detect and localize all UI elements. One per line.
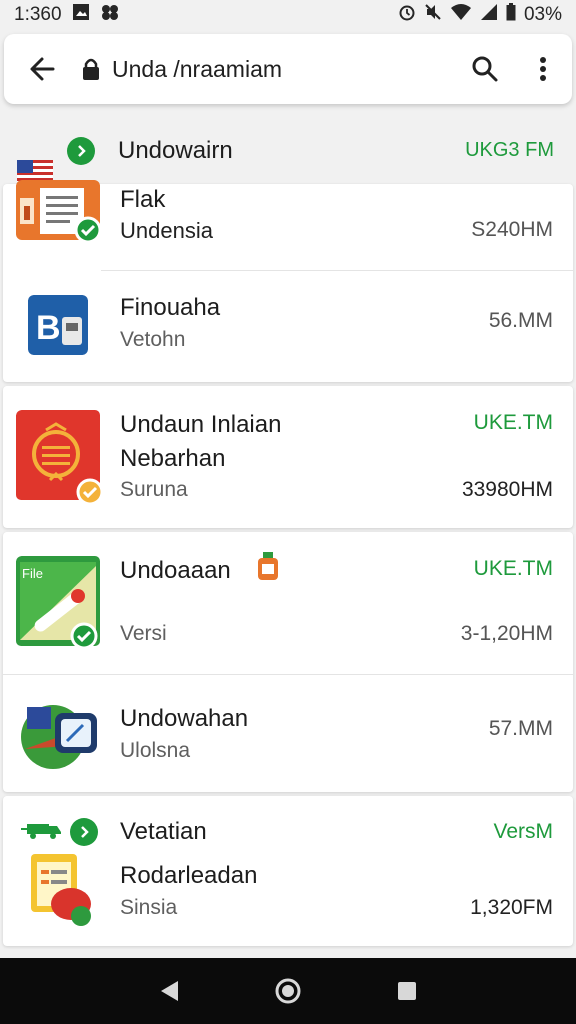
truck-icon bbox=[21, 824, 61, 839]
nav-recents-button[interactable] bbox=[387, 971, 427, 1011]
svg-text:File: File bbox=[22, 566, 43, 581]
app-bar: Unda /nraamiam bbox=[4, 34, 572, 104]
nav-home-button[interactable] bbox=[268, 971, 308, 1011]
section-header[interactable]: Undowairn UKG3 FM bbox=[0, 118, 576, 184]
item-title: Undoaaan bbox=[120, 557, 231, 584]
svg-text:B: B bbox=[36, 309, 61, 347]
search-button[interactable] bbox=[456, 34, 514, 104]
green-pen-app-icon: File bbox=[16, 556, 100, 650]
item-size: S240HM bbox=[471, 218, 553, 241]
status-bar: 1:360 03% bbox=[0, 0, 576, 30]
item-title: Flak bbox=[120, 186, 166, 213]
item-title: Undowahan bbox=[120, 705, 249, 732]
more-vert-icon bbox=[540, 57, 546, 81]
bt-app-icon: B bbox=[28, 295, 88, 355]
item-title-line2: Rodarleadan bbox=[120, 862, 258, 889]
back-arrow-icon bbox=[30, 57, 55, 81]
section-title: Undowairn bbox=[118, 137, 233, 164]
recents-square-icon bbox=[397, 982, 416, 1000]
play-icon bbox=[70, 818, 98, 846]
item-title: Undaun Inlaian bbox=[120, 411, 282, 438]
mute-icon bbox=[424, 3, 442, 27]
app-card-4: File Undoaaan Versi UKE.TM 3-1,20HM Undo… bbox=[3, 532, 573, 792]
battery-percent: 03% bbox=[523, 4, 562, 25]
item-title: Finouaha bbox=[120, 294, 221, 321]
app-card-3: Undaun Inlaian Nebarhan Suruna UKE.TM 33… bbox=[3, 386, 573, 528]
list-item[interactable]: Undaun Inlaian Nebarhan Suruna UKE.TM 33… bbox=[3, 386, 573, 528]
map-app-icon bbox=[21, 705, 97, 769]
lock-icon bbox=[80, 57, 102, 81]
document-app-icon bbox=[16, 180, 102, 244]
item-title: Vetatian bbox=[120, 818, 207, 845]
red-app-icon bbox=[16, 410, 104, 506]
wifi-icon bbox=[450, 3, 472, 27]
item-subtitle: Suruna bbox=[120, 478, 188, 501]
image-icon bbox=[72, 3, 90, 27]
item-subtitle: Sinsia bbox=[120, 896, 178, 919]
item-subtitle: Ulolsna bbox=[120, 739, 191, 762]
item-size: 1,320FM bbox=[470, 896, 553, 919]
app-card-6: Vetatian Rodarleadan Sinsia VersM 1,320F… bbox=[3, 796, 573, 946]
list-item[interactable]: File Undoaaan Versi UKE.TM 3-1,20HM bbox=[3, 532, 573, 674]
item-size: 57.MM bbox=[488, 717, 553, 740]
back-button[interactable] bbox=[4, 34, 80, 104]
battery-icon bbox=[506, 3, 516, 27]
item-size: 56.MM bbox=[488, 309, 553, 332]
item-subtitle: Undensia bbox=[120, 218, 213, 243]
list-item[interactable]: Flak Undensia S240HM bbox=[3, 180, 573, 270]
nav-back-button[interactable] bbox=[149, 971, 189, 1011]
status-time: 1:360 bbox=[14, 4, 62, 25]
notification-icon bbox=[100, 3, 120, 27]
item-tag: UKE.TM bbox=[473, 557, 553, 580]
app-bar-title: Unda /nraamiam bbox=[112, 55, 283, 82]
item-title-line2: Nebarhan bbox=[120, 445, 226, 472]
package-icon bbox=[258, 552, 278, 580]
item-tag: UKE.TM bbox=[473, 411, 553, 434]
signal-icon bbox=[480, 3, 498, 27]
more-options-button[interactable] bbox=[514, 34, 572, 104]
search-icon bbox=[472, 56, 498, 82]
item-tag: VersM bbox=[493, 820, 553, 843]
item-subtitle: Vetohn bbox=[120, 328, 186, 351]
play-icon bbox=[67, 137, 95, 165]
section-tag: UKG3 FM bbox=[465, 139, 554, 161]
item-subtitle: Versi bbox=[120, 622, 167, 645]
item-size: 33980HM bbox=[461, 478, 553, 501]
item-size: 3-1,20HM bbox=[460, 622, 553, 645]
navigation-bar bbox=[0, 958, 576, 1024]
list-item[interactable]: Vetatian Rodarleadan Sinsia VersM 1,320F… bbox=[3, 796, 573, 946]
list-item[interactable]: B Finouaha Vetohn 56.MM bbox=[3, 271, 573, 382]
back-triangle-icon bbox=[161, 981, 179, 1001]
alarm-icon bbox=[398, 3, 416, 27]
list-item[interactable]: Undowahan Ulolsna 57.MM bbox=[3, 675, 573, 792]
home-circle-icon bbox=[275, 978, 301, 1004]
notes-app-icon bbox=[31, 854, 91, 926]
app-card-1: Flak Undensia S240HM B Finouaha Vetohn 5… bbox=[3, 180, 573, 382]
